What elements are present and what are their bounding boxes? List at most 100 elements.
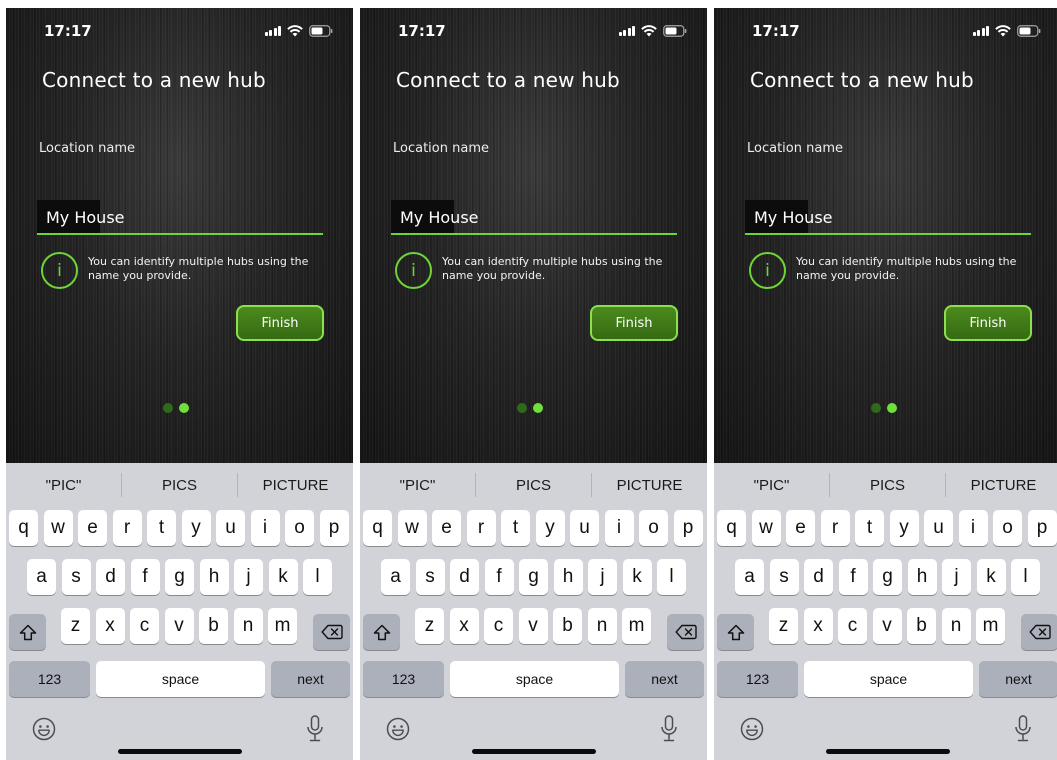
key-j[interactable]: j: [942, 559, 971, 595]
key-u[interactable]: u: [570, 510, 599, 546]
location-name-input[interactable]: My House: [745, 200, 1031, 236]
key-e[interactable]: e: [432, 510, 461, 546]
emoji-icon[interactable]: [32, 717, 56, 746]
key-c[interactable]: c: [484, 608, 513, 644]
key-m[interactable]: m: [268, 608, 297, 644]
key-a[interactable]: a: [735, 559, 764, 595]
key-c[interactable]: c: [130, 608, 159, 644]
key-z[interactable]: z: [769, 608, 798, 644]
key-h[interactable]: h: [907, 559, 937, 595]
key-f[interactable]: f: [484, 559, 514, 595]
key-s[interactable]: s: [415, 559, 445, 595]
key-f[interactable]: f: [130, 559, 160, 595]
finish-button[interactable]: Finish: [944, 305, 1032, 341]
location-name-value[interactable]: My House: [754, 208, 833, 227]
next-key[interactable]: next: [625, 661, 704, 697]
next-key[interactable]: next: [271, 661, 350, 697]
shift-key[interactable]: [9, 614, 46, 650]
key-w[interactable]: w: [751, 510, 781, 546]
suggestion-item[interactable]: PICS: [122, 463, 237, 507]
suggestion-item[interactable]: "PIC": [6, 463, 121, 507]
key-c[interactable]: c: [838, 608, 867, 644]
space-key[interactable]: space: [96, 661, 265, 697]
key-z[interactable]: z: [61, 608, 90, 644]
key-b[interactable]: b: [907, 608, 936, 644]
suggestion-item[interactable]: "PIC": [714, 463, 829, 507]
key-u[interactable]: u: [216, 510, 245, 546]
key-w[interactable]: w: [43, 510, 73, 546]
key-k[interactable]: k: [268, 559, 298, 595]
key-g[interactable]: g: [873, 559, 902, 595]
key-r[interactable]: r: [112, 510, 142, 546]
key-w[interactable]: w: [397, 510, 427, 546]
key-n[interactable]: n: [587, 608, 617, 644]
key-k[interactable]: k: [622, 559, 652, 595]
suggestion-item[interactable]: PICTURE: [946, 463, 1057, 507]
key-y[interactable]: y: [889, 510, 919, 546]
location-name-input[interactable]: My House: [37, 200, 323, 236]
key-s[interactable]: s: [61, 559, 91, 595]
suggestion-item[interactable]: PICTURE: [238, 463, 353, 507]
shift-key[interactable]: [717, 614, 754, 650]
key-o[interactable]: o: [639, 510, 668, 546]
key-o[interactable]: o: [993, 510, 1022, 546]
backspace-key[interactable]: [667, 614, 704, 650]
emoji-icon[interactable]: [740, 717, 764, 746]
key-l[interactable]: l: [657, 559, 686, 595]
key-i[interactable]: i: [250, 510, 280, 546]
key-b[interactable]: b: [199, 608, 228, 644]
next-key[interactable]: next: [979, 661, 1057, 697]
key-r[interactable]: r: [466, 510, 496, 546]
key-a[interactable]: a: [27, 559, 56, 595]
suggestion-item[interactable]: PICS: [476, 463, 591, 507]
key-h[interactable]: h: [199, 559, 229, 595]
key-l[interactable]: l: [1011, 559, 1040, 595]
key-r[interactable]: r: [820, 510, 850, 546]
key-p[interactable]: p: [1027, 510, 1057, 546]
location-name-value[interactable]: My House: [400, 208, 479, 227]
numbers-key[interactable]: 123: [363, 661, 444, 697]
numbers-key[interactable]: 123: [9, 661, 90, 697]
key-v[interactable]: v: [872, 608, 902, 644]
key-q[interactable]: q: [363, 510, 392, 546]
key-z[interactable]: z: [415, 608, 444, 644]
key-q[interactable]: q: [9, 510, 38, 546]
key-f[interactable]: f: [838, 559, 868, 595]
microphone-icon[interactable]: [1014, 715, 1032, 748]
key-v[interactable]: v: [164, 608, 194, 644]
key-q[interactable]: q: [717, 510, 746, 546]
key-t[interactable]: t: [147, 510, 176, 546]
key-p[interactable]: p: [673, 510, 703, 546]
key-l[interactable]: l: [303, 559, 332, 595]
key-m[interactable]: m: [622, 608, 651, 644]
key-t[interactable]: t: [855, 510, 884, 546]
suggestion-item[interactable]: PICTURE: [592, 463, 707, 507]
finish-button[interactable]: Finish: [590, 305, 678, 341]
backspace-key[interactable]: [1021, 614, 1057, 650]
key-e[interactable]: e: [786, 510, 815, 546]
key-p[interactable]: p: [319, 510, 349, 546]
suggestion-item[interactable]: PICS: [830, 463, 945, 507]
key-n[interactable]: n: [233, 608, 263, 644]
key-m[interactable]: m: [976, 608, 1005, 644]
key-x[interactable]: x: [449, 608, 479, 644]
key-x[interactable]: x: [803, 608, 833, 644]
microphone-icon[interactable]: [306, 715, 324, 748]
key-i[interactable]: i: [604, 510, 634, 546]
key-d[interactable]: d: [450, 559, 479, 595]
key-g[interactable]: g: [519, 559, 548, 595]
shift-key[interactable]: [363, 614, 400, 650]
key-d[interactable]: d: [804, 559, 833, 595]
key-e[interactable]: e: [78, 510, 107, 546]
suggestion-item[interactable]: "PIC": [360, 463, 475, 507]
key-a[interactable]: a: [381, 559, 410, 595]
key-j[interactable]: j: [588, 559, 617, 595]
key-k[interactable]: k: [976, 559, 1006, 595]
key-x[interactable]: x: [95, 608, 125, 644]
key-n[interactable]: n: [941, 608, 971, 644]
space-key[interactable]: space: [804, 661, 973, 697]
key-s[interactable]: s: [769, 559, 799, 595]
finish-button[interactable]: Finish: [236, 305, 324, 341]
key-v[interactable]: v: [518, 608, 548, 644]
key-u[interactable]: u: [924, 510, 953, 546]
